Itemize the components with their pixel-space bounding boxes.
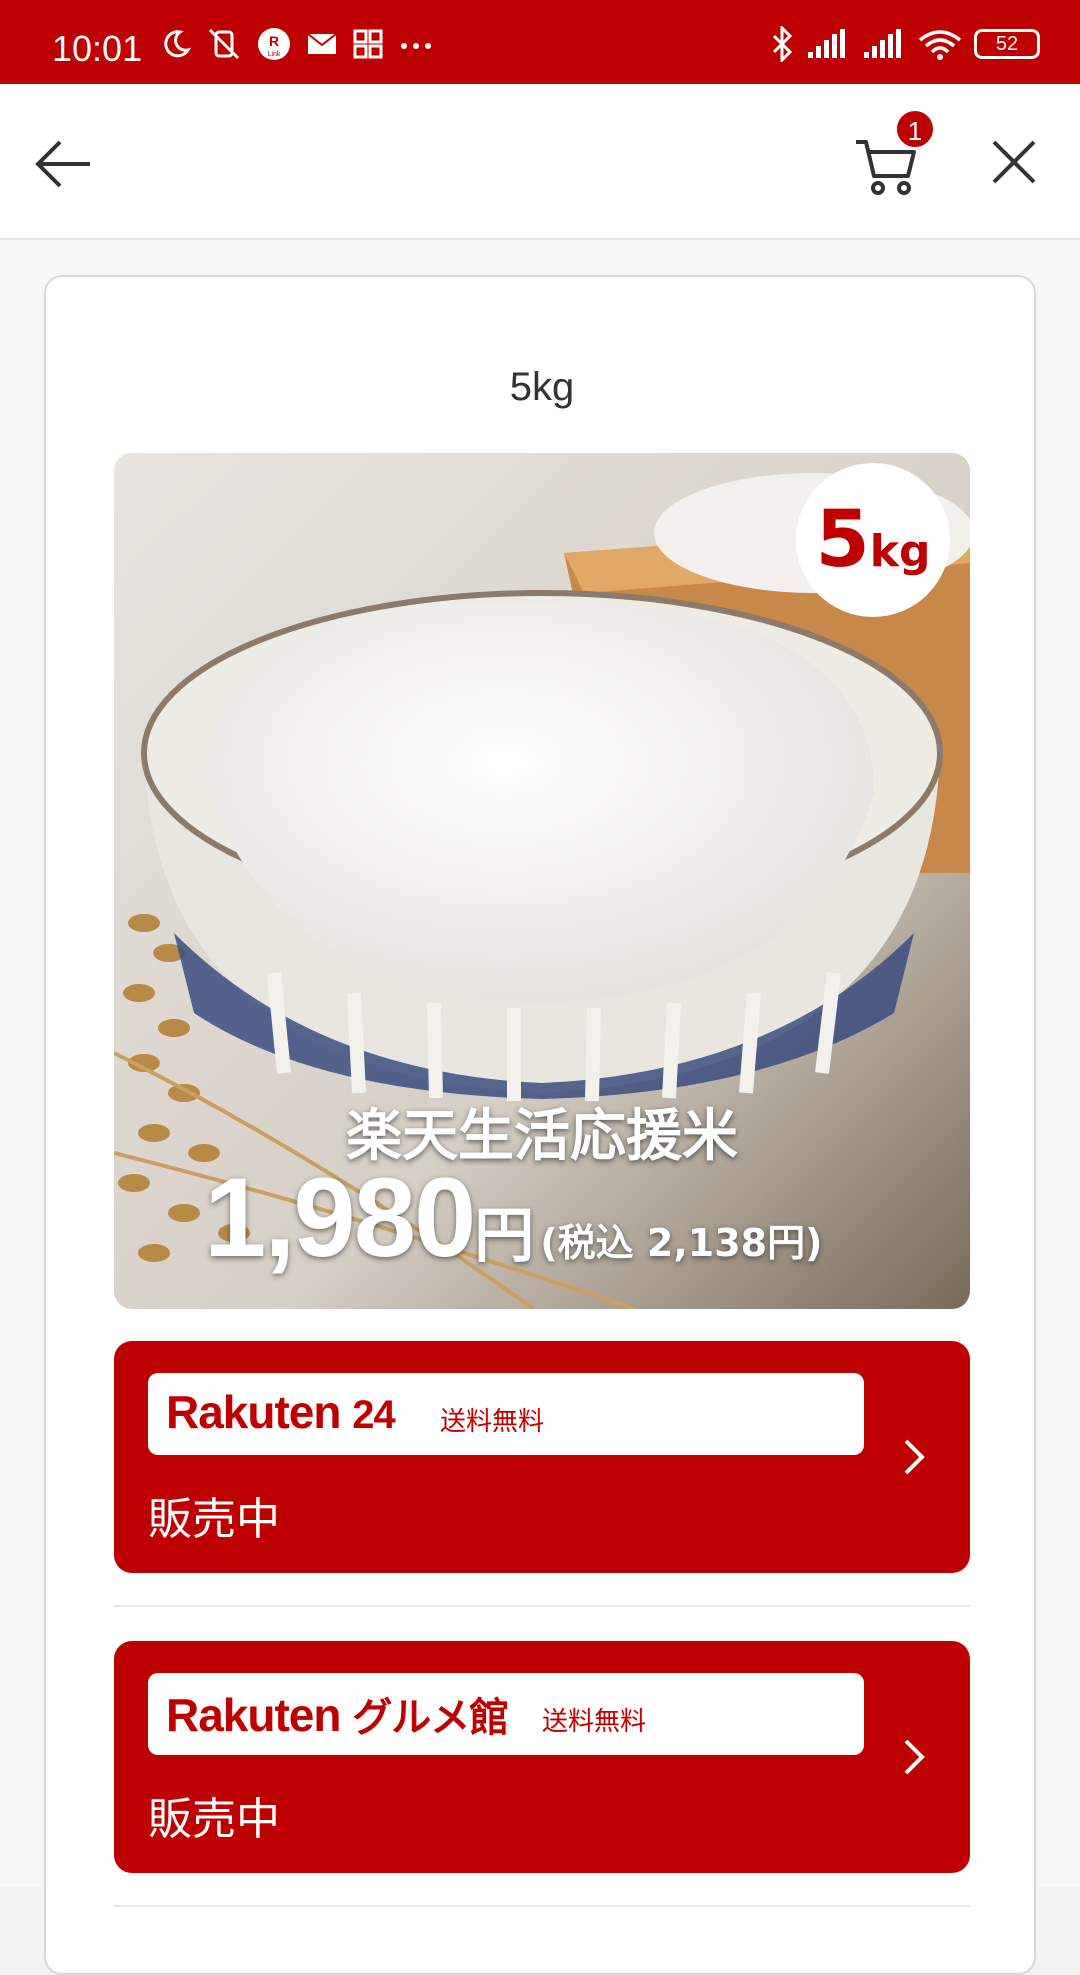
svg-text:R: R bbox=[269, 33, 279, 49]
moon-icon bbox=[164, 30, 192, 58]
product-price: 1,980円 (税込 2,138円) bbox=[204, 1153, 822, 1282]
rakuten24-logo: Rakuten 24 bbox=[166, 1386, 396, 1438]
close-icon[interactable] bbox=[980, 128, 1048, 196]
shop-logo-box: Rakuten グルメ館 送料無料 bbox=[148, 1673, 864, 1755]
content-area: 5kg 5kg 楽天生活応援米 1,980円 (税込 2,138円) Rakut… bbox=[0, 240, 1080, 1975]
divider bbox=[114, 1905, 970, 1907]
bluetooth-icon bbox=[772, 26, 793, 62]
product-banner[interactable]: 5kg 楽天生活応援米 1,980円 (税込 2,138円) bbox=[114, 453, 970, 1309]
chevron-right-icon bbox=[904, 1439, 925, 1475]
status-bar: 10:01 R Link 52 bbox=[0, 0, 1080, 84]
size-title: 5kg bbox=[509, 365, 575, 409]
weight-badge: 5kg bbox=[796, 463, 950, 617]
sale-status: 販売中 bbox=[148, 1794, 280, 1845]
shop-button-rakuten-gourmet[interactable]: Rakuten グルメ館 送料無料 販売中 bbox=[114, 1641, 970, 1873]
battery-icon: 52 bbox=[974, 29, 1040, 59]
shop-logo-box: Rakuten 24 送料無料 bbox=[148, 1373, 864, 1455]
status-right-icons: 52 bbox=[770, 26, 1040, 62]
signal-icon bbox=[864, 29, 901, 58]
rakuten-gourmet-logo: Rakuten グルメ館 bbox=[166, 1689, 509, 1741]
signal-icon bbox=[808, 29, 845, 58]
apps-icon bbox=[353, 29, 383, 59]
divider bbox=[114, 1605, 970, 1607]
vibrate-off-icon bbox=[208, 28, 240, 60]
status-time: 10:01 bbox=[52, 28, 143, 69]
sale-status: 販売中 bbox=[148, 1494, 280, 1545]
mail-icon bbox=[307, 33, 337, 54]
back-arrow-icon[interactable] bbox=[28, 128, 100, 200]
more-icon bbox=[401, 43, 431, 49]
cart-count-badge: 1 bbox=[894, 108, 936, 150]
status-left-icons: R Link bbox=[160, 26, 434, 62]
shop-button-rakuten24[interactable]: Rakuten 24 送料無料 販売中 bbox=[114, 1341, 970, 1573]
price-value: 1,980 bbox=[204, 1155, 476, 1280]
chevron-right-icon bbox=[904, 1739, 925, 1775]
svg-text:Link: Link bbox=[268, 51, 281, 58]
free-shipping-label: 送料無料 bbox=[542, 1707, 647, 1737]
rakuten-link-icon: R Link bbox=[258, 28, 290, 60]
price-yen: 円 bbox=[474, 1201, 535, 1271]
wifi-icon bbox=[918, 30, 962, 60]
product-card: 5kg 5kg 楽天生活応援米 1,980円 (税込 2,138円) Rakut… bbox=[44, 275, 1036, 1975]
free-shipping-label: 送料無料 bbox=[440, 1407, 545, 1437]
price-tax: (税込 2,138円) bbox=[540, 1221, 823, 1265]
